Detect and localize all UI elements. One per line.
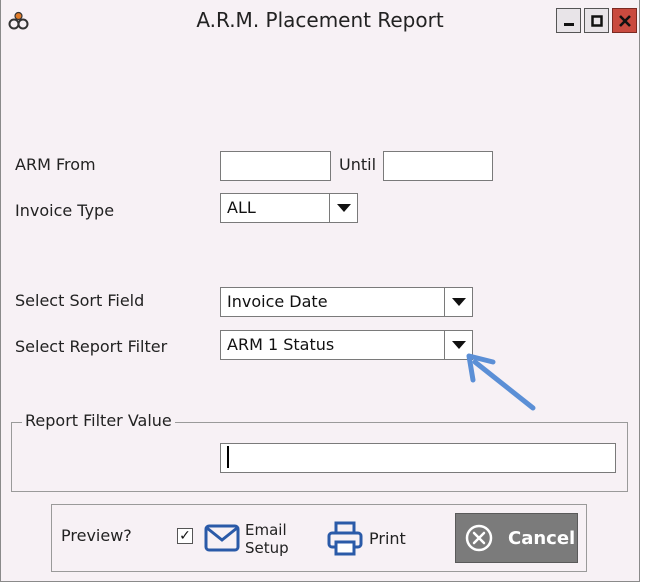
report-filter-select[interactable]: ARM 1 Status bbox=[220, 330, 473, 360]
annotation-arrow-icon bbox=[466, 353, 536, 411]
sort-field-label: Select Sort Field bbox=[15, 291, 145, 310]
preview-label: Preview? bbox=[61, 526, 132, 545]
report-window: A.R.M. Placement Report ARM From Until I… bbox=[0, 0, 640, 582]
report-filter-value: ARM 1 Status bbox=[227, 335, 335, 354]
text-cursor bbox=[227, 446, 229, 468]
until-label: Until bbox=[339, 155, 377, 174]
window-title: A.R.M. Placement Report bbox=[196, 8, 444, 32]
email-setup-button[interactable]: Email Setup bbox=[204, 521, 299, 561]
sort-field-select[interactable]: Invoice Date bbox=[220, 287, 473, 317]
arm-from-label: ARM From bbox=[15, 155, 96, 174]
minimize-button[interactable] bbox=[556, 8, 581, 33]
sort-field-value: Invoice Date bbox=[227, 292, 328, 311]
preview-checkbox[interactable]: ✓ bbox=[177, 528, 193, 544]
cancel-circle-icon bbox=[465, 524, 493, 552]
chevron-down-icon[interactable] bbox=[444, 288, 472, 316]
invoice-type-label: Invoice Type bbox=[15, 201, 115, 220]
title-bar: A.R.M. Placement Report bbox=[1, 0, 639, 42]
envelope-icon bbox=[204, 524, 240, 552]
report-filter-value-input[interactable] bbox=[220, 443, 616, 473]
invoice-type-value: ALL bbox=[227, 198, 256, 217]
minimize-icon bbox=[563, 22, 574, 26]
print-label: Print bbox=[369, 529, 406, 548]
close-button[interactable] bbox=[612, 8, 637, 33]
invoice-type-select[interactable]: ALL bbox=[220, 193, 358, 223]
email-label-line2: Setup bbox=[245, 539, 289, 557]
cancel-button[interactable]: Cancel bbox=[455, 513, 578, 563]
report-filter-value-legend: Report Filter Value bbox=[22, 411, 175, 430]
report-filter-label: Select Report Filter bbox=[15, 337, 168, 356]
cancel-label: Cancel bbox=[508, 527, 576, 549]
maximize-icon bbox=[590, 14, 603, 27]
chevron-down-icon[interactable] bbox=[329, 194, 357, 222]
print-button[interactable]: Print bbox=[327, 520, 417, 558]
until-input[interactable] bbox=[383, 151, 493, 181]
arm-from-input[interactable] bbox=[220, 151, 331, 181]
printer-icon bbox=[327, 521, 363, 556]
maximize-button[interactable] bbox=[584, 8, 609, 33]
email-setup-label: Email Setup bbox=[245, 521, 289, 557]
email-label-line1: Email bbox=[245, 521, 287, 539]
close-icon bbox=[618, 14, 631, 27]
